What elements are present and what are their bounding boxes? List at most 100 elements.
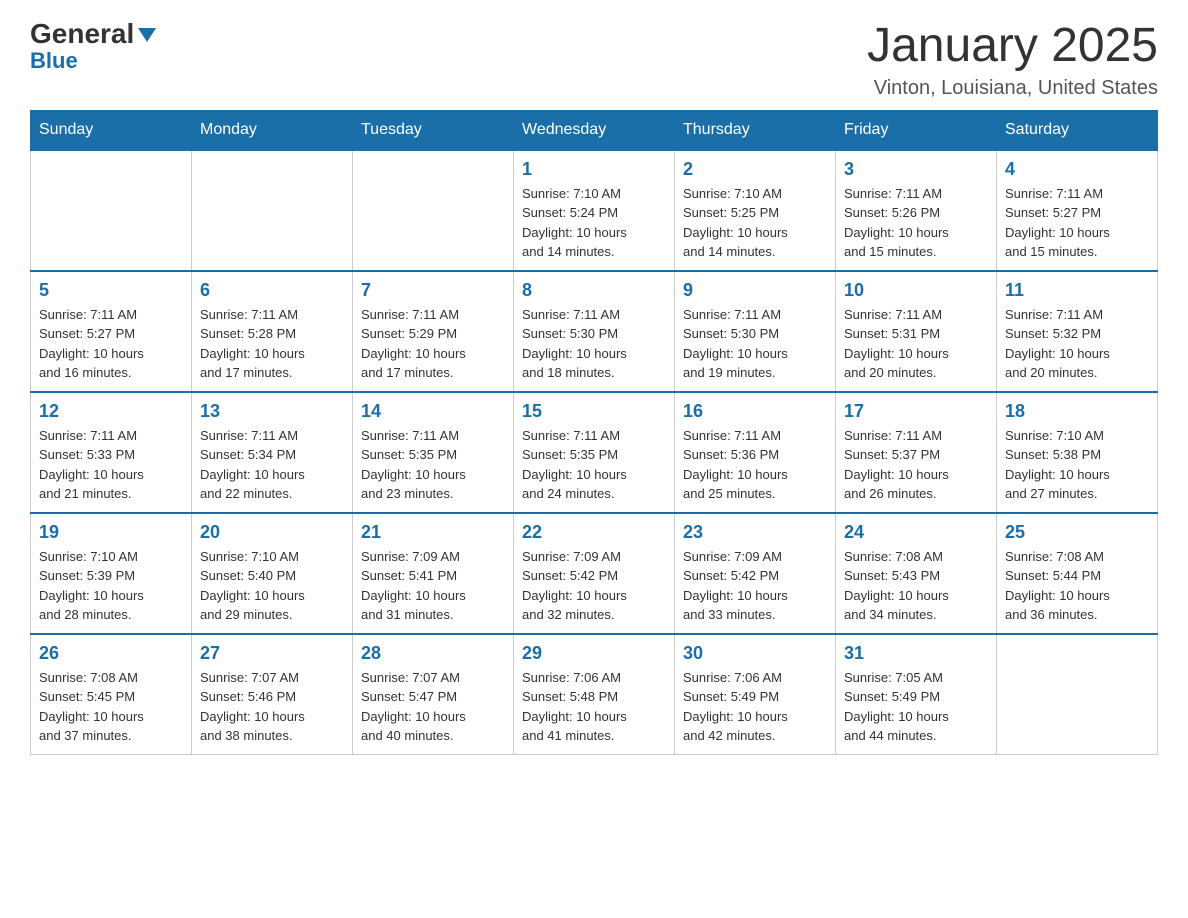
- table-row: [353, 150, 514, 271]
- table-row: 16 Sunrise: 7:11 AMSunset: 5:36 PMDayligh…: [675, 392, 836, 513]
- day-number: 5: [39, 280, 183, 301]
- day-number: 26: [39, 643, 183, 664]
- week-row: 5Sunrise: 7:11 AMSunset: 5:27 PMDaylight…: [31, 271, 1158, 392]
- table-row: 25Sunrise: 7:08 AMSunset: 5:44 PMDayligh…: [997, 513, 1158, 634]
- logo-triangle-icon: [136, 26, 158, 44]
- table-row: 11Sunrise: 7:11 AMSunset: 5:32 PMDayligh…: [997, 271, 1158, 392]
- week-row: 26 Sunrise: 7:08 AMSunset: 5:45 PMDayligh…: [31, 634, 1158, 755]
- day-info: Sunrise: 7:11 AMSunset: 5:26 PMDaylight:…: [844, 184, 988, 262]
- table-row: 24Sunrise: 7:08 AMSunset: 5:43 PMDayligh…: [836, 513, 997, 634]
- day-number: 28: [361, 643, 505, 664]
- calendar-table: Sunday Monday Tuesday Wednesday Thursday…: [30, 110, 1158, 755]
- day-number: 29: [522, 643, 666, 664]
- table-row: 1 Sunrise: 7:10 AMSunset: 5:24 PMDaylight…: [514, 150, 675, 271]
- table-row: 13Sunrise: 7:11 AMSunset: 5:34 PMDayligh…: [192, 392, 353, 513]
- day-info: Sunrise: 7:11 AMSunset: 5:32 PMDaylight:…: [1005, 305, 1149, 383]
- table-row: [192, 150, 353, 271]
- day-number: 16: [683, 401, 827, 422]
- day-info: Sunrise: 7:07 AMSunset: 5:46 PMDaylight:…: [200, 668, 344, 746]
- calendar-header-row: Sunday Monday Tuesday Wednesday Thursday…: [31, 110, 1158, 150]
- table-row: 9 Sunrise: 7:11 AMSunset: 5:30 PMDaylight…: [675, 271, 836, 392]
- day-info: Sunrise: 7:09 AMSunset: 5:42 PMDaylight:…: [683, 547, 827, 625]
- table-row: 22Sunrise: 7:09 AMSunset: 5:42 PMDayligh…: [514, 513, 675, 634]
- day-number: 21: [361, 522, 505, 543]
- table-row: 31Sunrise: 7:05 AMSunset: 5:49 PMDayligh…: [836, 634, 997, 755]
- day-info: Sunrise: 7:06 AMSunset: 5:49 PMDaylight:…: [683, 668, 827, 746]
- day-info: Sunrise: 7:11 AMSunset: 5:35 PMDaylight:…: [361, 426, 505, 504]
- day-info: Sunrise: 7:09 AMSunset: 5:41 PMDaylight:…: [361, 547, 505, 625]
- day-number: 18: [1005, 401, 1149, 422]
- col-sunday: Sunday: [31, 110, 192, 150]
- day-info: Sunrise: 7:07 AMSunset: 5:47 PMDaylight:…: [361, 668, 505, 746]
- table-row: [997, 634, 1158, 755]
- table-row: 8 Sunrise: 7:11 AMSunset: 5:30 PMDaylight…: [514, 271, 675, 392]
- table-row: 6 Sunrise: 7:11 AMSunset: 5:28 PMDaylight…: [192, 271, 353, 392]
- table-row: 28 Sunrise: 7:07 AMSunset: 5:47 PMDayligh…: [353, 634, 514, 755]
- day-info: Sunrise: 7:11 AMSunset: 5:36 PMDaylight:…: [683, 426, 827, 504]
- day-info: Sunrise: 7:10 AMSunset: 5:40 PMDaylight:…: [200, 547, 344, 625]
- day-number: 22: [522, 522, 666, 543]
- table-row: [31, 150, 192, 271]
- col-wednesday: Wednesday: [514, 110, 675, 150]
- day-number: 10: [844, 280, 988, 301]
- day-info: Sunrise: 7:10 AMSunset: 5:39 PMDaylight:…: [39, 547, 183, 625]
- week-row: 1 Sunrise: 7:10 AMSunset: 5:24 PMDaylight…: [31, 150, 1158, 271]
- table-row: 7Sunrise: 7:11 AMSunset: 5:29 PMDaylight…: [353, 271, 514, 392]
- day-info: Sunrise: 7:11 AMSunset: 5:31 PMDaylight:…: [844, 305, 988, 383]
- day-info: Sunrise: 7:11 AMSunset: 5:27 PMDaylight:…: [1005, 184, 1149, 262]
- col-saturday: Saturday: [997, 110, 1158, 150]
- table-row: 17 Sunrise: 7:11 AMSunset: 5:37 PMDayligh…: [836, 392, 997, 513]
- week-row: 12 Sunrise: 7:11 AMSunset: 5:33 PMDayligh…: [31, 392, 1158, 513]
- col-tuesday: Tuesday: [353, 110, 514, 150]
- calendar-subtitle: Vinton, Louisiana, United States: [867, 77, 1158, 100]
- table-row: 14 Sunrise: 7:11 AMSunset: 5:35 PMDayligh…: [353, 392, 514, 513]
- day-number: 2: [683, 159, 827, 180]
- table-row: 30 Sunrise: 7:06 AMSunset: 5:49 PMDayligh…: [675, 634, 836, 755]
- day-info: Sunrise: 7:11 AMSunset: 5:28 PMDaylight:…: [200, 305, 344, 383]
- table-row: 4 Sunrise: 7:11 AMSunset: 5:27 PMDaylight…: [997, 150, 1158, 271]
- table-row: 21 Sunrise: 7:09 AMSunset: 5:41 PMDayligh…: [353, 513, 514, 634]
- day-number: 9: [683, 280, 827, 301]
- day-info: Sunrise: 7:08 AMSunset: 5:44 PMDaylight:…: [1005, 547, 1149, 625]
- logo: General Blue: [30, 20, 158, 72]
- day-number: 15: [522, 401, 666, 422]
- day-number: 20: [200, 522, 344, 543]
- table-row: 3 Sunrise: 7:11 AMSunset: 5:26 PMDaylight…: [836, 150, 997, 271]
- day-info: Sunrise: 7:08 AMSunset: 5:43 PMDaylight:…: [844, 547, 988, 625]
- table-row: 20 Sunrise: 7:10 AMSunset: 5:40 PMDayligh…: [192, 513, 353, 634]
- day-number: 6: [200, 280, 344, 301]
- calendar-title: January 2025: [867, 20, 1158, 73]
- page-header: General Blue January 2025 Vinton, Louisi…: [30, 20, 1158, 100]
- day-number: 1: [522, 159, 666, 180]
- day-info: Sunrise: 7:11 AMSunset: 5:30 PMDaylight:…: [683, 305, 827, 383]
- day-info: Sunrise: 7:06 AMSunset: 5:48 PMDaylight:…: [522, 668, 666, 746]
- table-row: 19 Sunrise: 7:10 AMSunset: 5:39 PMDayligh…: [31, 513, 192, 634]
- table-row: 29 Sunrise: 7:06 AMSunset: 5:48 PMDayligh…: [514, 634, 675, 755]
- day-number: 14: [361, 401, 505, 422]
- col-monday: Monday: [192, 110, 353, 150]
- col-friday: Friday: [836, 110, 997, 150]
- title-block: January 2025 Vinton, Louisiana, United S…: [867, 20, 1158, 100]
- day-number: 17: [844, 401, 988, 422]
- week-row: 19 Sunrise: 7:10 AMSunset: 5:39 PMDayligh…: [31, 513, 1158, 634]
- day-number: 30: [683, 643, 827, 664]
- table-row: 15Sunrise: 7:11 AMSunset: 5:35 PMDayligh…: [514, 392, 675, 513]
- table-row: 18Sunrise: 7:10 AMSunset: 5:38 PMDayligh…: [997, 392, 1158, 513]
- day-info: Sunrise: 7:11 AMSunset: 5:37 PMDaylight:…: [844, 426, 988, 504]
- day-info: Sunrise: 7:10 AMSunset: 5:24 PMDaylight:…: [522, 184, 666, 262]
- day-info: Sunrise: 7:08 AMSunset: 5:45 PMDaylight:…: [39, 668, 183, 746]
- col-thursday: Thursday: [675, 110, 836, 150]
- table-row: 27Sunrise: 7:07 AMSunset: 5:46 PMDayligh…: [192, 634, 353, 755]
- day-number: 4: [1005, 159, 1149, 180]
- day-info: Sunrise: 7:05 AMSunset: 5:49 PMDaylight:…: [844, 668, 988, 746]
- day-number: 13: [200, 401, 344, 422]
- table-row: 12 Sunrise: 7:11 AMSunset: 5:33 PMDayligh…: [31, 392, 192, 513]
- logo-general: General: [30, 20, 134, 48]
- day-number: 8: [522, 280, 666, 301]
- day-number: 12: [39, 401, 183, 422]
- day-info: Sunrise: 7:11 AMSunset: 5:30 PMDaylight:…: [522, 305, 666, 383]
- day-number: 19: [39, 522, 183, 543]
- day-number: 3: [844, 159, 988, 180]
- day-number: 23: [683, 522, 827, 543]
- day-info: Sunrise: 7:11 AMSunset: 5:33 PMDaylight:…: [39, 426, 183, 504]
